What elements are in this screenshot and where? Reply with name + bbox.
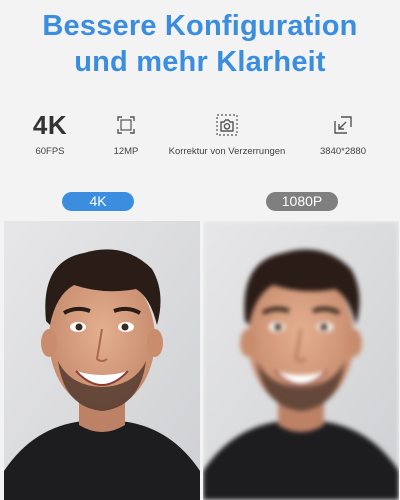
resolution-arrow-icon [334, 116, 352, 134]
spec-label-distortion: Korrektur von Verzerrungen [168, 146, 286, 157]
fullscreen-frame-icon [117, 116, 135, 134]
spec-label-mp: 12MP [113, 146, 139, 157]
portrait-1080p-image [203, 221, 399, 500]
4k-label: 4K [32, 110, 68, 140]
headline: Bessere Konfiguration und mehr Klarheit [0, 8, 400, 80]
headline-line-2: und mehr Klarheit [74, 46, 326, 78]
spec-megapixel: 12MP [105, 108, 147, 157]
badge-1080p: 1080P [266, 192, 338, 211]
portrait-4k-image [4, 221, 200, 500]
spec-resolution: 3840*2880 [312, 108, 374, 157]
headline-line-1: Bessere Konfiguration [42, 10, 358, 42]
spec-row: 4K 60FPS 12MP Korrektur von Verzerrungen [0, 108, 400, 168]
spec-distortion: Korrektur von Verzerrungen [162, 108, 292, 157]
spec-label-resolution: 3840*2880 [320, 146, 366, 157]
spec-label-fps: 60FPS [35, 146, 65, 157]
spec-4k: 4K 60FPS [28, 108, 72, 157]
distortion-correction-icon [216, 114, 238, 136]
badge-4k: 4K [62, 192, 134, 211]
